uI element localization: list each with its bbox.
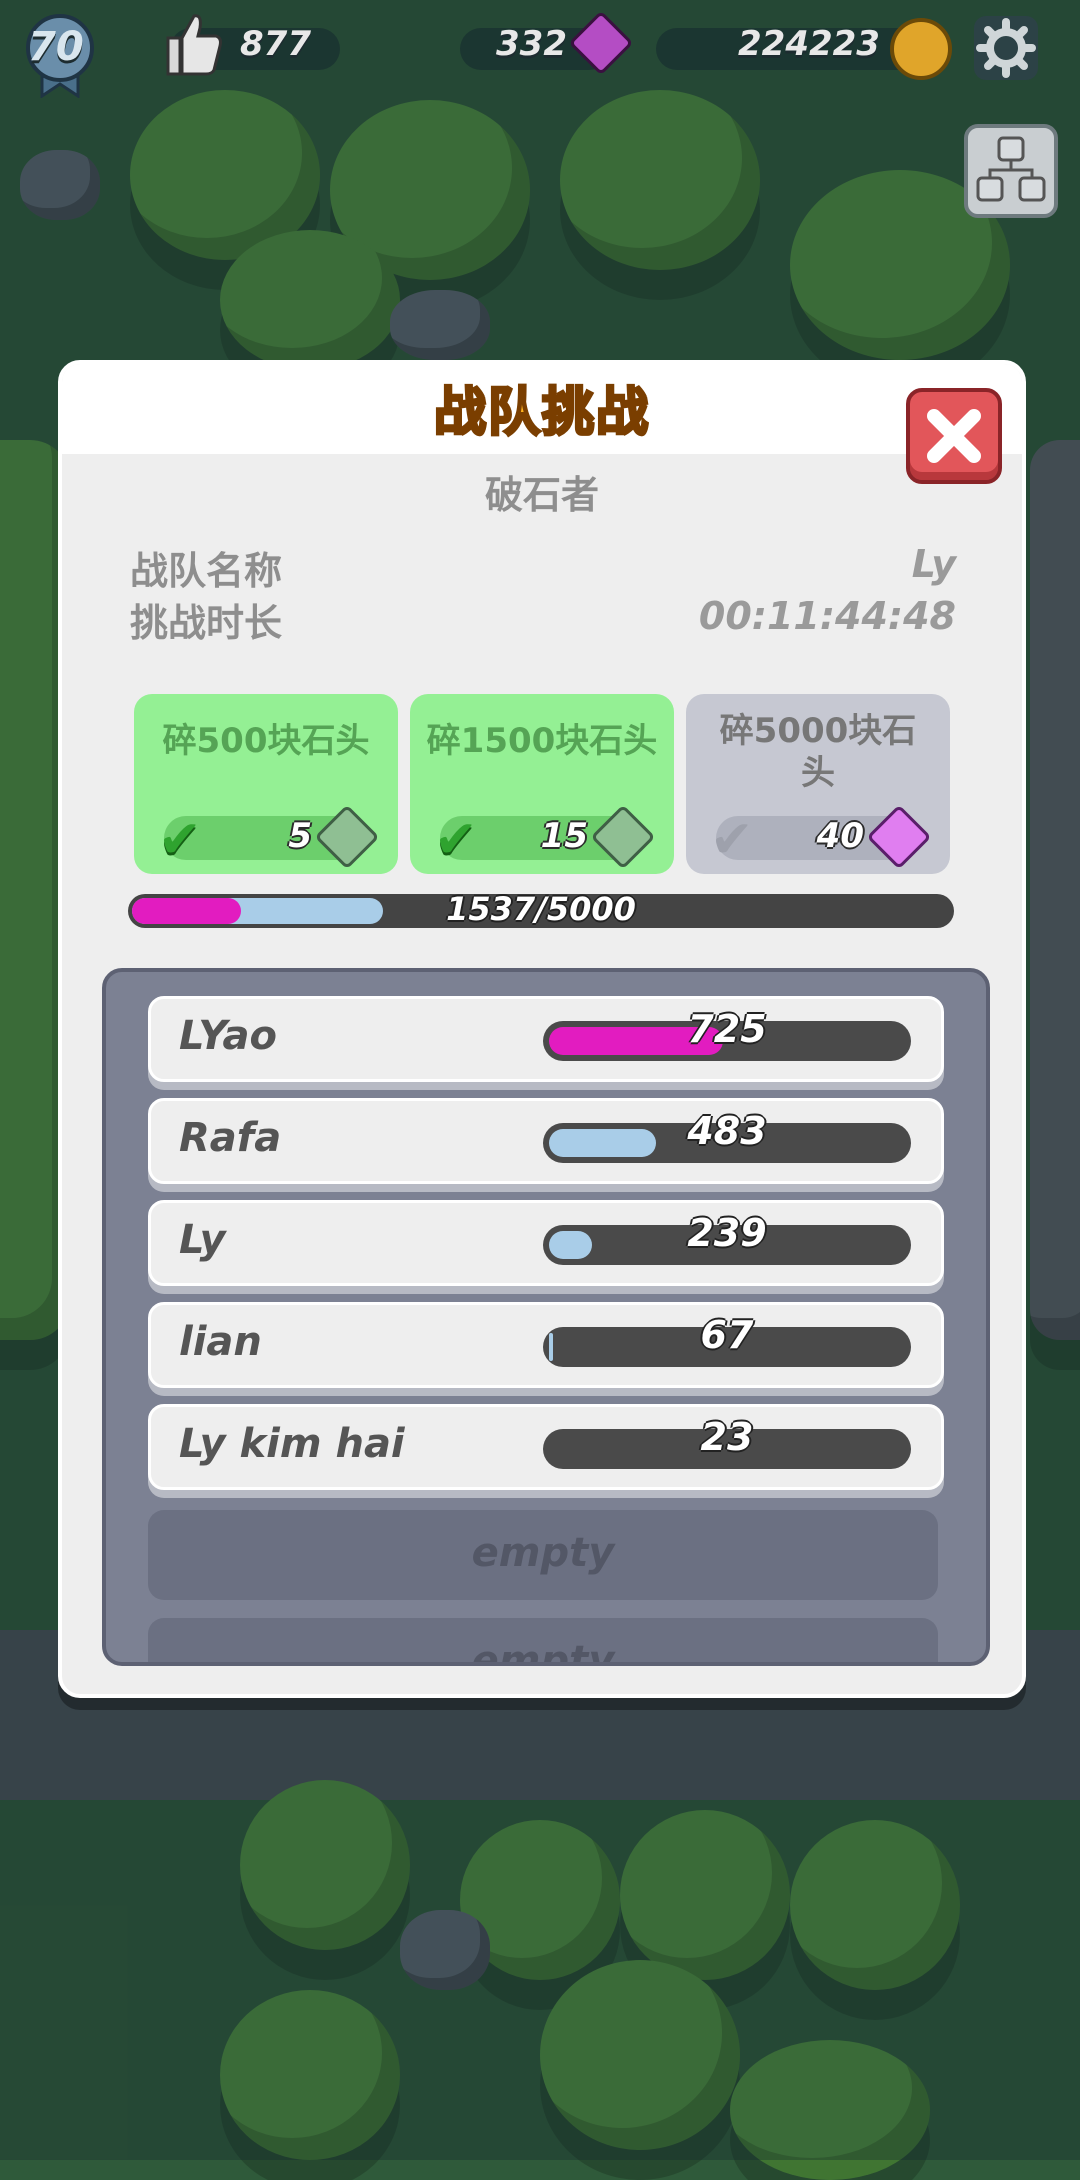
member-score-bar: 725 <box>543 1007 911 1061</box>
milestone-title: 碎5000块石头 <box>719 711 917 793</box>
member-score-bar: 67 <box>543 1313 911 1367</box>
member-score: 23 <box>700 1415 754 1459</box>
member-name: Ly <box>179 1217 226 1263</box>
team-progress-bar: 1537/5000 <box>128 890 954 928</box>
member-name: Ly kim hai <box>179 1421 405 1467</box>
empty-slot: empty <box>148 1510 938 1600</box>
checkmark-icon: ✔ <box>158 810 202 870</box>
team-progress-text: 1537/5000 <box>446 890 636 928</box>
team-network-button[interactable] <box>964 124 1058 218</box>
checkmark-icon: ✔ <box>710 810 754 870</box>
empty-slot-label: empty <box>471 1530 615 1576</box>
milestone-title: 碎500块石头 <box>162 721 370 761</box>
member-name: lian <box>179 1319 262 1365</box>
milestone-card-5000[interactable]: 碎5000块石头 ✔ 40 <box>686 694 950 874</box>
empty-slot-label: empty <box>471 1638 615 1666</box>
coins-count: 224223 <box>738 24 880 64</box>
member-score: 67 <box>700 1313 754 1357</box>
gold-coin-icon <box>890 18 952 80</box>
level-number: 70 <box>28 24 84 70</box>
duration-label: 挑战时长 <box>130 601 283 645</box>
gems-count: 332 <box>496 24 567 64</box>
team-network-icon <box>976 136 1046 202</box>
milestone-reward: 5 <box>288 816 312 856</box>
team-challenge-dialog: 战队挑战 破石者 战队名称 挑战时长 Ly 00:11:44:48 碎500块石… <box>58 360 1026 1698</box>
empty-slot: empty <box>148 1618 938 1666</box>
milestone-reward: 15 <box>540 816 588 856</box>
team-name-label: 战队名称 <box>130 549 283 593</box>
member-name: LYao <box>179 1013 277 1059</box>
challenge-name: 破石者 <box>484 473 599 517</box>
milestone-title: 碎1500块石头 <box>426 721 658 761</box>
member-score-bar: 23 <box>543 1415 911 1469</box>
member-score-bar: 483 <box>543 1109 911 1163</box>
member-row[interactable]: Ly kim hai 23 <box>148 1404 944 1490</box>
milestone-reward: 40 <box>816 816 864 856</box>
team-name-value: Ly <box>911 542 956 586</box>
likes-count: 877 <box>240 24 311 64</box>
member-row[interactable]: lian 67 <box>148 1302 944 1388</box>
member-score: 483 <box>687 1109 767 1153</box>
member-name: Rafa <box>179 1115 282 1161</box>
member-score: 725 <box>687 1007 767 1051</box>
milestone-card-500[interactable]: 碎500块石头 ✔ 5 <box>134 694 398 874</box>
member-leaderboard[interactable]: LYao 725 Rafa 483 Ly 239 lian 67 Ly kim … <box>102 968 990 1666</box>
level-badge[interactable]: 70 <box>22 14 98 99</box>
thumbs-up-icon <box>166 14 222 76</box>
checkmark-icon: ✔ <box>434 810 478 870</box>
member-row[interactable]: Rafa 483 <box>148 1098 944 1184</box>
member-row[interactable]: LYao 725 <box>148 996 944 1082</box>
milestone-card-1500[interactable]: 碎1500块石头 ✔ 15 <box>410 694 674 874</box>
gear-icon <box>976 18 1036 78</box>
duration-value: 00:11:44:48 <box>698 594 956 638</box>
settings-button[interactable] <box>974 16 1038 80</box>
dialog-title: 战队挑战 <box>432 382 650 445</box>
member-score: 239 <box>687 1211 767 1255</box>
member-row[interactable]: Ly 239 <box>148 1200 944 1286</box>
member-score-bar: 239 <box>543 1211 911 1265</box>
